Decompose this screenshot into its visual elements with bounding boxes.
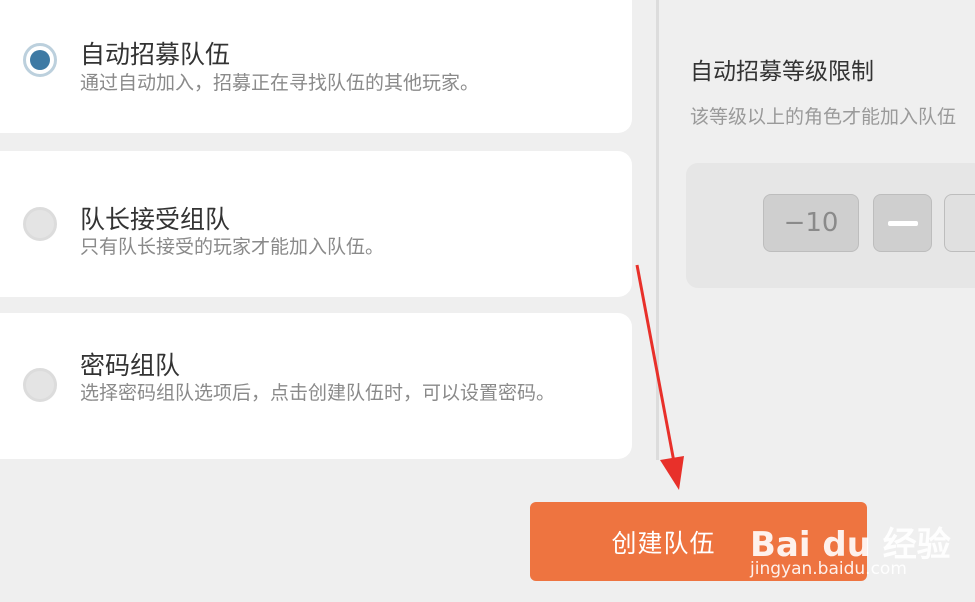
option-desc-password-team: 选择密码组队选项后，点击创建队伍时，可以设置密码。 xyxy=(80,382,556,404)
option-desc-leader-accept: 只有队长接受的玩家才能加入队伍。 xyxy=(80,236,385,258)
level-limit-desc: 该等级以上的角色才能加入队伍 xyxy=(690,106,957,128)
radio-password-team[interactable] xyxy=(23,368,57,402)
watermark-url: jingyan.baidu.com xyxy=(750,559,907,579)
option-title-auto-recruit: 自动招募队伍 xyxy=(80,40,231,69)
option-card-password-team[interactable]: 密码组队 选择密码组队选项后，点击创建队伍时，可以设置密码。 xyxy=(0,313,632,459)
level-value-field[interactable] xyxy=(944,194,975,252)
option-title-leader-accept: 队长接受组队 xyxy=(80,205,231,234)
baidu-watermark: Bai du 经验 jingyan.baidu.com xyxy=(750,497,951,587)
level-limit-title: 自动招募等级限制 xyxy=(690,59,874,85)
option-card-leader-accept[interactable]: 队长接受组队 只有队长接受的玩家才能加入队伍。 xyxy=(0,151,632,297)
option-card-auto-recruit[interactable]: 自动招募队伍 通过自动加入，招募正在寻找队伍的其他玩家。 xyxy=(0,0,632,133)
minus-one-button[interactable] xyxy=(873,194,932,252)
create-team-button-label: 创建队伍 xyxy=(611,528,716,558)
vertical-divider xyxy=(656,0,659,460)
minus-ten-button[interactable]: −10 xyxy=(763,194,859,252)
radio-leader-accept[interactable] xyxy=(23,207,57,241)
option-desc-auto-recruit: 通过自动加入，招募正在寻找队伍的其他玩家。 xyxy=(80,72,480,94)
minus-icon xyxy=(887,220,918,226)
radio-auto-recruit[interactable] xyxy=(23,43,57,77)
option-title-password-team: 密码组队 xyxy=(80,351,181,380)
